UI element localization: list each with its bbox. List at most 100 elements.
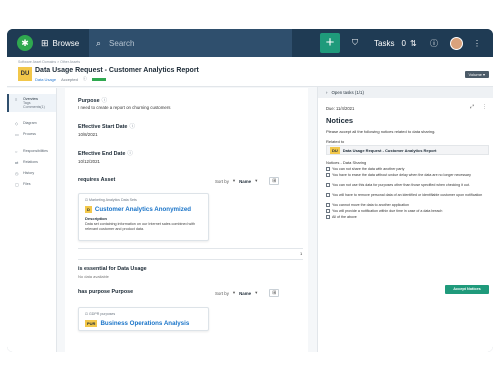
essential-label: is essential for Data Usage [78, 266, 147, 272]
info-icon: ⓘ [127, 151, 133, 157]
tasks-count: 0 [401, 38, 406, 48]
nav-item-files[interactable]: ▢ Files [7, 179, 56, 190]
accept-notices-button[interactable]: Accept Notices [445, 285, 489, 294]
chevron-right-icon: › [326, 90, 328, 95]
sort-value[interactable]: Name [239, 179, 251, 184]
related-badge: DU [330, 146, 340, 154]
notice-text: You can not use this data for purposes o… [332, 183, 470, 187]
status-badge: Accepted [61, 76, 78, 82]
nav-process-label: Process [23, 132, 36, 136]
asset-header: Software Asset Domains > Other Assets DU… [7, 57, 493, 87]
add-button[interactable]: + [320, 33, 340, 53]
list-icon: ≡ [15, 97, 18, 102]
basket-icon[interactable]: ⛉ [352, 29, 358, 57]
due-date: Due: 11/4/2021 [326, 106, 355, 111]
checkbox[interactable] [326, 215, 330, 220]
volume-label: Volume [468, 72, 482, 77]
browse-button[interactable]: ⊞ Browse [41, 38, 79, 49]
browse-label: Browse [52, 38, 80, 48]
chevron-down-icon[interactable]: ▾ [233, 178, 235, 184]
card-category: ⊡ Marketing Analytics Data Sets [85, 198, 137, 202]
purpose-value[interactable]: I need to create a report on churning cu… [78, 105, 171, 110]
card-title[interactable]: PUR Business Operations Analysis [85, 320, 208, 327]
nav-item-diagram[interactable]: ◇ Diagram [7, 118, 56, 129]
grid-view-button[interactable]: ⊞ [269, 289, 280, 297]
nav-item-history[interactable]: ◷ History [7, 168, 56, 179]
breadcrumb[interactable]: Software Asset Domains > Other Assets [18, 60, 80, 64]
notice-text: You have to erase the data without undue… [332, 173, 471, 177]
checkbox[interactable] [326, 173, 330, 178]
chevron-down-icon[interactable]: ▾ [255, 290, 257, 296]
user-avatar[interactable] [450, 29, 463, 57]
start-date-label: Effective Start Date ⓘ [78, 122, 135, 130]
help-icon[interactable]: ⓘ [430, 29, 438, 57]
related-asset[interactable]: DU Data Usage Request - Customer Analyti… [326, 145, 489, 155]
nav-responsibilities-label: Responsibilities [23, 149, 48, 153]
logo-icon[interactable]: ✱ [17, 35, 33, 51]
asset-type-badge: DU [18, 67, 32, 81]
checkbox[interactable] [326, 203, 330, 208]
open-tasks-header[interactable]: › Open tasks (1/1) [318, 87, 493, 98]
nav-overview-comments[interactable]: Comments(1) [23, 105, 45, 109]
notice-text: You will have to remove personal data of… [332, 193, 483, 197]
sort-by-label: Sort by [215, 290, 229, 296]
related-asset-name: Data Usage Request - Customer Analytics … [342, 147, 437, 153]
nav-item-process[interactable]: ▭ Process [7, 129, 56, 140]
checkbox[interactable] [326, 183, 330, 188]
card-title-text[interactable]: Business Operations Analysis [100, 320, 189, 327]
nav-item-responsibilities[interactable]: ○ Responsibilities [7, 146, 56, 157]
chevron-down-icon[interactable]: ▾ [255, 178, 257, 184]
card-category: ⊡ GDPR purposes [85, 312, 116, 316]
dataset-badge: D [85, 206, 92, 213]
notice-checkbox[interactable]: You cannot move the data to another appl… [326, 203, 491, 208]
checkbox[interactable] [326, 209, 330, 214]
info-icon: ⓘ [101, 98, 107, 104]
nav-overview-text: Overview Tags Comments(1) [23, 97, 45, 109]
asset-type-link[interactable]: Data Usage [35, 77, 56, 82]
checkbox[interactable] [326, 193, 330, 198]
grid-view-button[interactable]: ⊞ [269, 177, 280, 185]
purpose-badge: PUR [85, 320, 98, 327]
end-date-value[interactable]: 10/12/2021 [78, 159, 100, 164]
has-purpose-label: has purpose Purpose [78, 289, 134, 295]
apps-menu-icon[interactable]: ⋮ [473, 29, 481, 57]
notice-checkbox[interactable]: You will have to remove personal data of… [326, 193, 491, 198]
page-number[interactable]: 1 [300, 251, 302, 256]
nav-item-relations[interactable]: ⇄ Relations [7, 157, 56, 168]
page-title: Data Usage Request - Customer Analytics … [35, 67, 199, 74]
more-options-icon[interactable]: ⋮ [482, 104, 487, 110]
process-icon: ▭ [15, 132, 19, 137]
activity-icon[interactable]: ⇅ [410, 29, 417, 57]
purpose-card-business-operations[interactable]: ⊡ GDPR purposes PUR Business Operations … [78, 307, 209, 331]
requires-asset-label: requires Asset [78, 177, 116, 183]
asset-meta: Data Usage Accepted ⓘ [35, 76, 106, 82]
checkbox[interactable] [326, 167, 330, 172]
notice-text: You cannot move the data to another appl… [332, 203, 409, 207]
tasks-button[interactable]: Tasks 0 [374, 29, 406, 57]
left-navigation: ≡ Overview Tags Comments(1) ◇ Diagram ▭ … [7, 88, 57, 352]
asset-card-customer-analytics[interactable]: ⊡ Marketing Analytics Data Sets D Custom… [78, 193, 209, 241]
nav-files-label: Files [23, 182, 31, 186]
card-title[interactable]: D Customer Analytics Anonymized [85, 206, 208, 213]
sort-value[interactable]: Name [239, 291, 251, 296]
essential-value: No data available [78, 274, 109, 279]
notice-checkbox[interactable]: You have to erase the data without undue… [326, 173, 491, 178]
chevron-down-icon[interactable]: ▾ [233, 290, 235, 296]
search-placeholder: Search [109, 38, 135, 48]
app-window: ✱ ⊞ Browse ⌕ Search + ⛉ Tasks 0 ⇅ ⓘ ⋮ So… [7, 29, 493, 352]
main-panel: Purpose ⓘ I need to create a report on ch… [65, 88, 308, 352]
nav-item-overview[interactable]: ≡ Overview Tags Comments(1) [7, 94, 56, 112]
search-input[interactable]: ⌕ Search [89, 29, 292, 57]
card-description-label: Description [85, 216, 108, 221]
start-date-value[interactable]: 10/8/2021 [78, 132, 98, 137]
volume-button[interactable]: Volume ▾ [464, 71, 489, 78]
card-title-text[interactable]: Customer Analytics Anonymized [95, 206, 191, 213]
notice-checkbox[interactable]: All of the above [326, 215, 491, 220]
notice-checkbox[interactable]: You can not use this data for purposes o… [326, 183, 491, 188]
expand-icon[interactable]: ⤢ [470, 104, 474, 110]
card-category-text: Marketing Analytics Data Sets [89, 198, 137, 202]
notice-checkbox[interactable]: You will provide a notification within d… [326, 209, 491, 214]
notice-checkbox[interactable]: You can not share the data with another … [326, 167, 491, 172]
notice-text: You can not share the data with another … [332, 167, 405, 171]
task-panel: › Open tasks (1/1) Due: 11/4/2021 ⤢ ⋮ No… [317, 87, 493, 352]
